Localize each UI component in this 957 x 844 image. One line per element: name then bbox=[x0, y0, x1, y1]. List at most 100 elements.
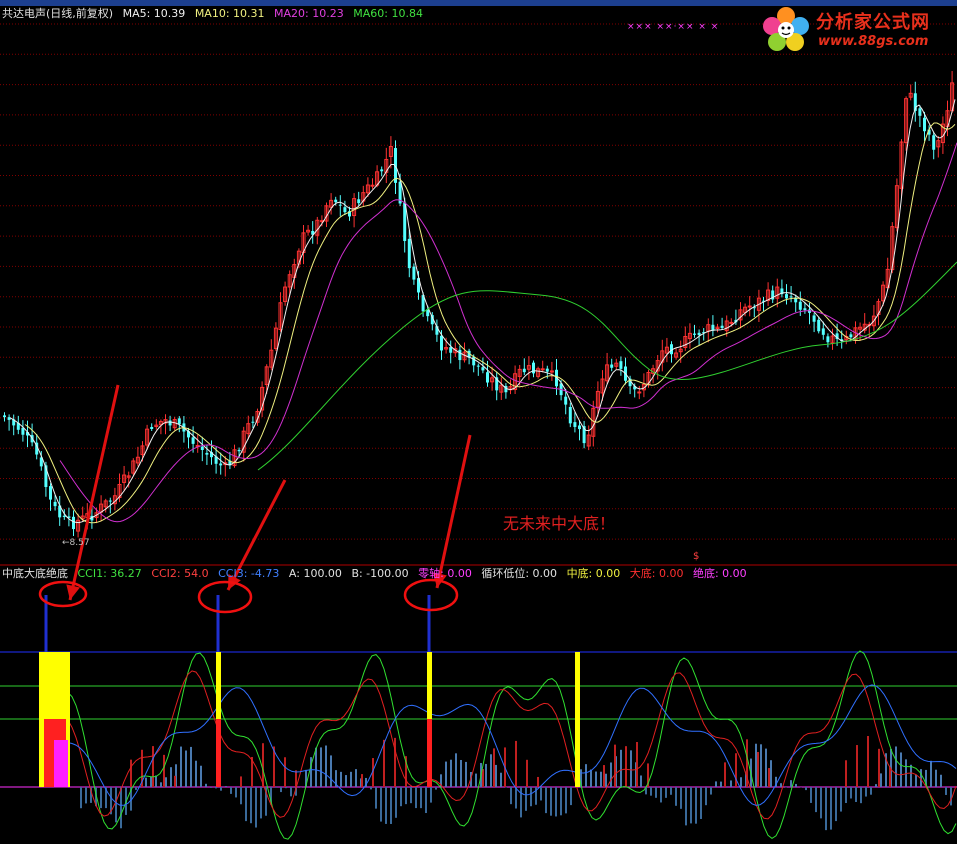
histogram-bar bbox=[685, 787, 687, 826]
candle-body-down bbox=[407, 238, 411, 269]
histogram-bar bbox=[445, 761, 447, 787]
histogram-bar bbox=[215, 787, 217, 789]
histogram-bar bbox=[350, 771, 352, 787]
candle-body-down bbox=[610, 364, 614, 368]
candle-body-up bbox=[370, 184, 375, 187]
histogram-bar bbox=[840, 787, 842, 812]
histogram-bar bbox=[220, 787, 222, 791]
indicator-title: 中底大底绝底 bbox=[2, 567, 68, 580]
histogram-bar bbox=[945, 787, 947, 795]
candle-body-down bbox=[532, 362, 535, 374]
histogram-bar bbox=[120, 787, 122, 829]
candle-body-down bbox=[619, 361, 623, 369]
indicator-legend: 中底大底绝底 CCI1: 36.27 CCI2: 54.0 CCI3: -4.7… bbox=[2, 567, 753, 581]
histogram-bar bbox=[180, 746, 182, 787]
histogram-bar bbox=[540, 787, 542, 801]
histogram-bar bbox=[880, 773, 882, 787]
histogram-bar bbox=[740, 777, 742, 787]
candle-body-down bbox=[720, 325, 724, 328]
histogram-bar bbox=[290, 787, 292, 797]
mid-bottom-yellow-bar bbox=[427, 652, 432, 719]
legend-title: 共达电声(日线,前复权) bbox=[2, 7, 114, 20]
candle-body-down bbox=[486, 372, 489, 383]
candle-body-down bbox=[357, 199, 361, 204]
histogram-bar bbox=[670, 787, 672, 795]
red-signal-bar bbox=[636, 742, 638, 787]
histogram-bar bbox=[460, 759, 462, 787]
legend-a: A: 100.00 bbox=[288, 567, 342, 580]
histogram-bar bbox=[420, 787, 422, 809]
histogram-bar bbox=[805, 787, 807, 791]
candle-body-down bbox=[798, 301, 802, 310]
logo-title: 分析家公式网 bbox=[816, 12, 930, 33]
histogram-bar bbox=[100, 787, 102, 809]
dollar-marker: $ bbox=[693, 551, 700, 562]
absolute-bottom-magenta-block bbox=[54, 740, 68, 787]
histogram-bar bbox=[490, 754, 492, 787]
histogram-bar bbox=[115, 787, 117, 823]
mid-bottom-yellow-bar bbox=[575, 652, 580, 787]
candle-body-down bbox=[449, 347, 453, 353]
histogram-bar bbox=[820, 787, 822, 819]
candle-body-down bbox=[62, 515, 66, 517]
candle-body-down bbox=[923, 117, 926, 132]
histogram-bar bbox=[550, 787, 552, 816]
histogram-bar bbox=[930, 760, 932, 787]
histogram-bar bbox=[285, 787, 287, 789]
candle-body-down bbox=[849, 334, 853, 338]
histogram-bar bbox=[760, 744, 762, 787]
circle-highlight bbox=[403, 578, 459, 612]
histogram-bar bbox=[560, 787, 562, 816]
histogram-bar bbox=[825, 787, 827, 831]
histogram-bar bbox=[600, 771, 602, 787]
histogram-bar bbox=[395, 787, 397, 818]
candle-body-down bbox=[219, 463, 223, 466]
histogram-bar bbox=[935, 769, 937, 787]
histogram-bar bbox=[280, 787, 282, 793]
candle-body-down bbox=[108, 500, 112, 502]
candle-body-down bbox=[191, 437, 195, 444]
histogram-bar bbox=[340, 771, 342, 787]
red-signal-bar bbox=[515, 740, 517, 787]
candle-body-down bbox=[440, 335, 443, 351]
histogram-bar bbox=[155, 775, 157, 787]
candle-body-down bbox=[338, 204, 342, 206]
histogram-bar bbox=[770, 760, 772, 787]
histogram-bar bbox=[875, 784, 877, 787]
logo-url[interactable]: www.88gs.com bbox=[818, 34, 928, 49]
red-signal-bar bbox=[482, 769, 484, 787]
legend-mid-bottom: 中底: 0.00 bbox=[566, 567, 621, 580]
histogram-bar bbox=[165, 777, 167, 787]
histogram-bar bbox=[380, 787, 382, 822]
histogram-bar bbox=[200, 765, 202, 787]
histogram-bar bbox=[355, 769, 357, 787]
histogram-bar bbox=[260, 787, 262, 819]
candle-body-down bbox=[803, 308, 807, 311]
candle-body-down bbox=[821, 328, 825, 335]
moving-average-lines bbox=[9, 99, 957, 524]
histogram-bar bbox=[275, 787, 277, 788]
histogram-bar bbox=[835, 787, 837, 822]
candle-body-down bbox=[789, 296, 793, 298]
histogram-bar bbox=[785, 787, 787, 788]
red-signal-bar bbox=[867, 736, 869, 787]
legend-ma10: MA10: 10.31 bbox=[194, 7, 265, 20]
histogram-bar bbox=[790, 780, 792, 787]
candlesticks bbox=[3, 71, 955, 538]
stock-chart-canvas[interactable] bbox=[0, 0, 957, 844]
histogram-bar bbox=[680, 787, 682, 809]
candle-body-down bbox=[150, 426, 154, 430]
candle-body-down bbox=[568, 406, 572, 424]
histogram-bar bbox=[620, 749, 622, 787]
histogram-bar bbox=[655, 787, 657, 798]
histogram-bar bbox=[730, 780, 732, 787]
histogram-bar bbox=[520, 787, 522, 818]
histogram-bar bbox=[185, 750, 187, 787]
circle-highlight bbox=[38, 580, 88, 608]
candle-body-down bbox=[168, 420, 172, 426]
red-signal-bar bbox=[383, 739, 385, 787]
histogram-bar bbox=[225, 786, 227, 787]
histogram-bar bbox=[210, 787, 212, 788]
histogram-bar bbox=[545, 787, 547, 814]
red-signal-bar bbox=[284, 757, 286, 787]
